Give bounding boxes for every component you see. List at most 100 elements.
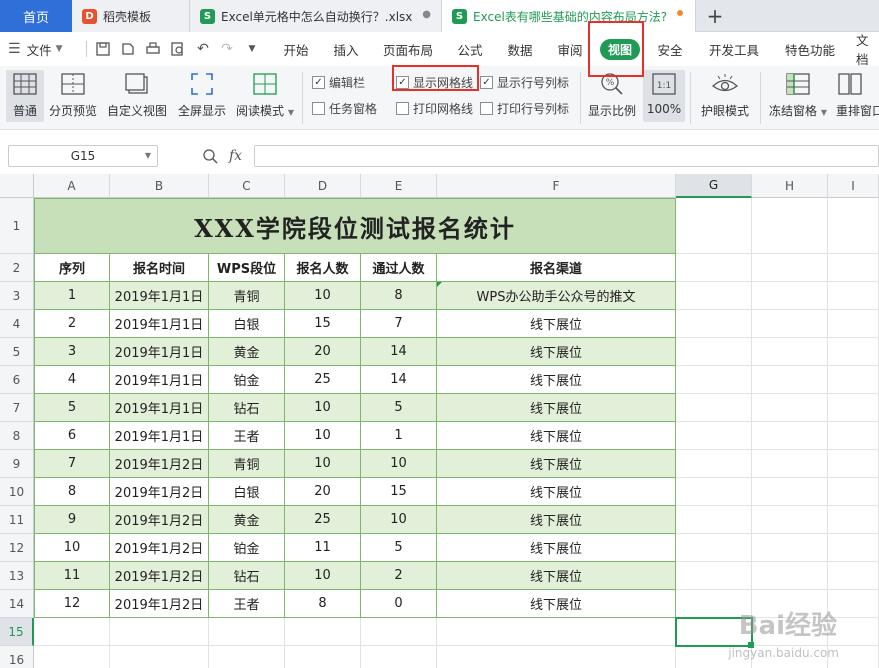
row-header-14[interactable]: 14 — [0, 590, 34, 618]
table-cell[interactable]: 5 — [34, 394, 110, 422]
column-header-e[interactable]: E — [361, 174, 437, 198]
save-icon[interactable] — [94, 40, 112, 58]
customize-toolbar-icon[interactable]: ▼ — [243, 40, 261, 58]
table-cell[interactable]: 线下展位 — [437, 506, 676, 534]
row-header-5[interactable]: 5 — [0, 338, 34, 366]
table-header-cell[interactable]: 报名时间 — [110, 254, 209, 282]
rearrange-windows-button[interactable]: 重排窗口 — [836, 70, 879, 119]
export-pdf-icon[interactable] — [119, 40, 137, 58]
row-header-7[interactable]: 7 — [0, 394, 34, 422]
select-all-corner[interactable] — [0, 174, 34, 198]
tab-home[interactable]: 首页 — [0, 0, 72, 32]
row-header-4[interactable]: 4 — [0, 310, 34, 338]
row-header-15[interactable]: 15 — [0, 618, 34, 646]
table-header-cell[interactable]: 报名人数 — [285, 254, 361, 282]
menu-data[interactable]: 数据 — [502, 32, 538, 66]
table-cell[interactable]: 14 — [361, 366, 437, 394]
table-cell[interactable]: 15 — [361, 478, 437, 506]
table-cell[interactable]: 0 — [361, 590, 437, 618]
tab-xlsx-wrap[interactable]: S Excel单元格中怎么自动换行？.xlsx ● — [190, 0, 442, 32]
row-header-13[interactable]: 13 — [0, 562, 34, 590]
table-header-cell[interactable]: 通过人数 — [361, 254, 437, 282]
table-cell[interactable]: 1 — [361, 422, 437, 450]
table-cell[interactable]: 青铜 — [209, 282, 285, 310]
file-menu[interactable]: ☰ 文件 ▼ — [8, 32, 63, 66]
table-cell[interactable]: 7 — [361, 310, 437, 338]
table-cell[interactable]: 线下展位 — [437, 422, 676, 450]
table-cell[interactable]: 王者 — [209, 590, 285, 618]
table-header-cell[interactable]: 序列 — [34, 254, 110, 282]
new-tab-button[interactable]: + — [700, 0, 730, 32]
tab-close-icon[interactable]: ● — [422, 9, 431, 20]
row-header-10[interactable]: 10 — [0, 478, 34, 506]
print-preview-icon[interactable] — [169, 40, 187, 58]
table-cell[interactable]: WPS办公助手公众号的推文 — [437, 282, 676, 310]
table-cell[interactable]: 8 — [285, 590, 361, 618]
table-cell[interactable]: 4 — [34, 366, 110, 394]
show-headers-checkbox[interactable]: ✓ 显示行号列标 — [480, 74, 569, 91]
menu-formula[interactable]: 公式 — [452, 32, 488, 66]
table-cell[interactable]: 铂金 — [209, 366, 285, 394]
zoom-search-icon[interactable] — [202, 145, 218, 167]
table-cell[interactable]: 王者 — [209, 422, 285, 450]
table-cell[interactable]: 1 — [34, 282, 110, 310]
column-header-a[interactable]: A — [34, 174, 110, 198]
custom-view-button[interactable]: 自定义视图 — [104, 70, 170, 119]
column-header-d[interactable]: D — [285, 174, 361, 198]
table-cell[interactable]: 2 — [34, 310, 110, 338]
table-cell[interactable]: 线下展位 — [437, 366, 676, 394]
column-header-c[interactable]: C — [209, 174, 285, 198]
table-cell[interactable]: 11 — [34, 562, 110, 590]
column-header-i[interactable]: I — [828, 174, 879, 198]
table-cell[interactable]: 14 — [361, 338, 437, 366]
table-cell[interactable]: 2019年1月2日 — [110, 590, 209, 618]
page-break-preview-button[interactable]: 分页预览 — [48, 70, 98, 119]
row-header-16[interactable]: 16 — [0, 646, 34, 668]
table-cell[interactable]: 青铜 — [209, 450, 285, 478]
table-cell[interactable]: 8 — [361, 282, 437, 310]
table-cell[interactable]: 2019年1月1日 — [110, 394, 209, 422]
table-cell[interactable]: 线下展位 — [437, 394, 676, 422]
column-header-g[interactable]: G — [676, 174, 752, 198]
table-cell[interactable]: 3 — [34, 338, 110, 366]
row-header-9[interactable]: 9 — [0, 450, 34, 478]
table-cell[interactable]: 10 — [361, 450, 437, 478]
table-cell[interactable]: 20 — [285, 478, 361, 506]
table-cell[interactable]: 25 — [285, 506, 361, 534]
table-cell[interactable]: 10 — [285, 422, 361, 450]
table-cell[interactable]: 11 — [285, 534, 361, 562]
menu-developer[interactable]: 开发工具 — [704, 32, 764, 66]
redo-icon[interactable]: ↷ — [218, 40, 236, 58]
table-cell[interactable]: 25 — [285, 366, 361, 394]
table-cell[interactable]: 2019年1月1日 — [110, 366, 209, 394]
row-header-3[interactable]: 3 — [0, 282, 34, 310]
sheet-title-cell[interactable]: XXX学院段位测试报名统计 — [34, 198, 676, 254]
name-box[interactable]: G15 ▼ — [8, 145, 158, 167]
task-pane-checkbox[interactable]: 任务窗格 — [312, 100, 377, 117]
edit-bar-checkbox[interactable]: ✓ 编辑栏 — [312, 74, 365, 91]
table-cell[interactable]: 2019年1月2日 — [110, 562, 209, 590]
row-header-8[interactable]: 8 — [0, 422, 34, 450]
table-cell[interactable]: 6 — [34, 422, 110, 450]
eye-protection-button[interactable]: 护眼模式 — [698, 70, 752, 119]
table-cell[interactable]: 12 — [34, 590, 110, 618]
table-cell[interactable]: 10 — [285, 282, 361, 310]
table-cell[interactable]: 10 — [34, 534, 110, 562]
menu-start[interactable]: 开始 — [278, 32, 314, 66]
tab-active-document[interactable]: S Excel表有哪些基础的内容布局方法? — [442, 0, 696, 32]
menu-document[interactable]: 文档 — [856, 32, 879, 66]
print-headers-checkbox[interactable]: 打印行号列标 — [480, 100, 569, 117]
table-cell[interactable]: 10 — [361, 506, 437, 534]
table-cell[interactable]: 2019年1月1日 — [110, 422, 209, 450]
table-cell[interactable]: 线下展位 — [437, 450, 676, 478]
menu-special[interactable]: 特色功能 — [780, 32, 840, 66]
table-cell[interactable]: 7 — [34, 450, 110, 478]
table-cell[interactable]: 9 — [34, 506, 110, 534]
insert-function-icon[interactable]: fx — [229, 145, 242, 167]
menu-insert[interactable]: 插入 — [328, 32, 364, 66]
table-cell[interactable]: 黄金 — [209, 506, 285, 534]
table-cell[interactable]: 线下展位 — [437, 310, 676, 338]
row-header-6[interactable]: 6 — [0, 366, 34, 394]
table-cell[interactable]: 2019年1月1日 — [110, 282, 209, 310]
table-cell[interactable]: 线下展位 — [437, 478, 676, 506]
